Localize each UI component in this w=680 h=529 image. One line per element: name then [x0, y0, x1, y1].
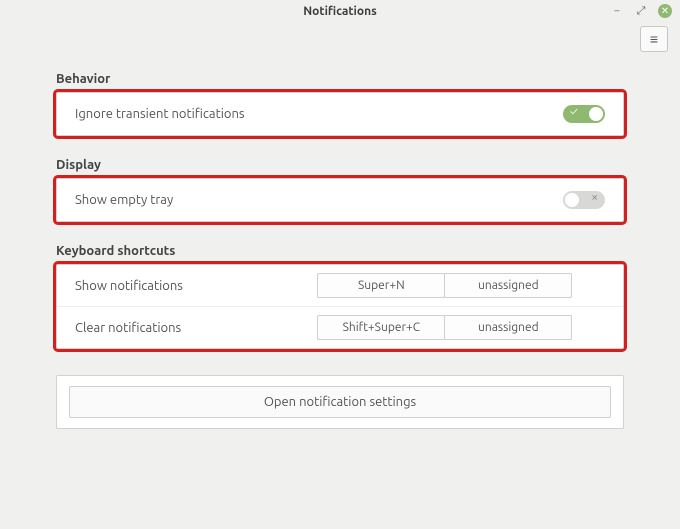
show-empty-tray-label: Show empty tray — [75, 193, 173, 207]
maximize-icon[interactable]: ⤢ — [634, 4, 648, 18]
show-empty-tray-row: Show empty tray — [57, 179, 623, 221]
shortcut-secondary[interactable]: unassigned — [444, 273, 572, 298]
hamburger-icon: ≡ — [650, 32, 658, 46]
footer-panel: Open notification settings — [56, 375, 624, 429]
table-row: Show notifications Super+N unassigned — [57, 265, 623, 307]
toolbar: ≡ — [0, 22, 680, 56]
window-controls: − ⤢ ✕ — [610, 4, 672, 18]
shortcuts-table: Show notifications Super+N unassigned Cl… — [57, 265, 623, 348]
minimize-icon[interactable]: − — [610, 4, 624, 18]
display-panel: Show empty tray — [56, 178, 624, 222]
toggle-knob — [589, 107, 603, 121]
shortcut-label: Clear notifications — [57, 307, 317, 349]
ignore-transient-toggle[interactable] — [563, 105, 605, 123]
shortcut-primary[interactable]: Super+N — [317, 273, 445, 298]
ignore-transient-row: Ignore transient notifications — [57, 93, 623, 135]
ignore-transient-label: Ignore transient notifications — [75, 107, 245, 121]
toggle-knob — [565, 193, 579, 207]
shortcut-primary[interactable]: Shift+Super+C — [317, 315, 445, 340]
open-notification-settings-button[interactable]: Open notification settings — [69, 386, 611, 418]
shortcuts-panel: Show notifications Super+N unassigned Cl… — [56, 264, 624, 349]
shortcut-secondary[interactable]: unassigned — [444, 315, 572, 340]
shortcuts-section-label: Keyboard shortcuts — [56, 244, 624, 258]
behavior-panel: Ignore transient notifications — [56, 92, 624, 136]
main-content: Behavior Ignore transient notifications … — [0, 56, 680, 349]
display-section-label: Display — [56, 158, 624, 172]
menu-button[interactable]: ≡ — [640, 26, 668, 52]
table-row: Clear notifications Shift+Super+C unassi… — [57, 307, 623, 349]
window-title: Notifications — [303, 5, 377, 18]
shortcut-label: Show notifications — [57, 265, 317, 307]
close-icon[interactable]: ✕ — [658, 4, 672, 18]
titlebar: Notifications − ⤢ ✕ — [0, 0, 680, 22]
behavior-section-label: Behavior — [56, 72, 624, 86]
show-empty-tray-toggle[interactable] — [563, 191, 605, 209]
footer: Open notification settings — [0, 375, 680, 429]
